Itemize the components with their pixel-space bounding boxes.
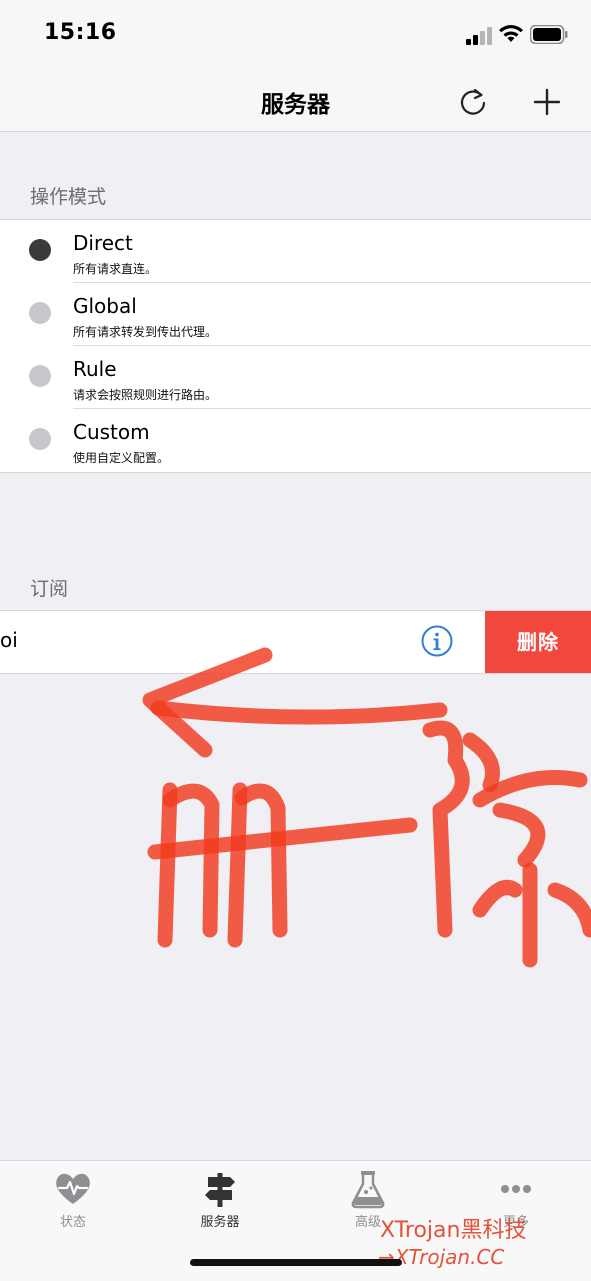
mode-subtitle: 所有请求转发到传出代理。 xyxy=(73,325,218,339)
refresh-icon[interactable] xyxy=(455,84,491,120)
mode-subtitle: 所有请求直连。 xyxy=(73,262,158,276)
mode-list: Direct 所有请求直连。 Global 所有请求转发到传出代理。 Rule … xyxy=(0,219,591,473)
mode-row-direct[interactable]: Direct 所有请求直连。 xyxy=(0,220,591,283)
more-dots-icon xyxy=(501,1185,531,1193)
page-title: 服务器 xyxy=(261,92,330,118)
signpost-icon xyxy=(205,1173,235,1207)
tab-servers[interactable]: 服务器 xyxy=(160,1169,280,1239)
tab-label: 服务器 xyxy=(200,1215,240,1230)
battery-icon xyxy=(530,25,568,44)
radio-selected-icon xyxy=(29,239,51,261)
subscription-section-header: 订阅 xyxy=(30,578,69,600)
mode-subtitle: 请求会按照规则进行路由。 xyxy=(73,388,218,402)
mode-subtitle: 使用自定义配置。 xyxy=(73,451,170,465)
handwritten-annotation xyxy=(142,647,591,968)
mode-row-rule[interactable]: Rule 请求会按照规则进行路由。 xyxy=(0,346,591,409)
status-time: 15:16 xyxy=(44,20,117,45)
tab-status[interactable]: 状态 xyxy=(13,1169,133,1239)
navigation-bar: 服务器 xyxy=(0,72,591,132)
mode-title: Global xyxy=(73,294,137,318)
radio-unselected-icon xyxy=(29,365,51,387)
delete-button[interactable]: 删除 xyxy=(485,611,591,673)
plus-icon[interactable] xyxy=(529,84,565,120)
info-icon[interactable] xyxy=(420,624,454,658)
radio-unselected-icon xyxy=(29,428,51,450)
cellular-signal-icon xyxy=(466,27,492,45)
watermark-line-1: XTrojan黑科技 xyxy=(380,1218,527,1243)
tab-label: 状态 xyxy=(59,1215,86,1230)
radio-unselected-icon xyxy=(29,302,51,324)
mode-row-custom[interactable]: Custom 使用自定义配置。 xyxy=(0,409,591,472)
wifi-icon xyxy=(499,25,523,42)
subscription-row[interactable]: oi 删除 xyxy=(0,610,591,674)
mode-section-header: 操作模式 xyxy=(30,186,107,208)
status-bar: 15:16 xyxy=(0,0,591,72)
mode-title: Direct xyxy=(73,231,133,255)
home-indicator[interactable] xyxy=(190,1259,402,1266)
flask-icon xyxy=(351,1171,385,1209)
subscription-name: oi xyxy=(0,628,18,652)
heart-pulse-icon xyxy=(56,1173,90,1204)
mode-row-global[interactable]: Global 所有请求转发到传出代理。 xyxy=(0,283,591,346)
mode-title: Rule xyxy=(73,357,117,381)
mode-title: Custom xyxy=(73,420,150,444)
